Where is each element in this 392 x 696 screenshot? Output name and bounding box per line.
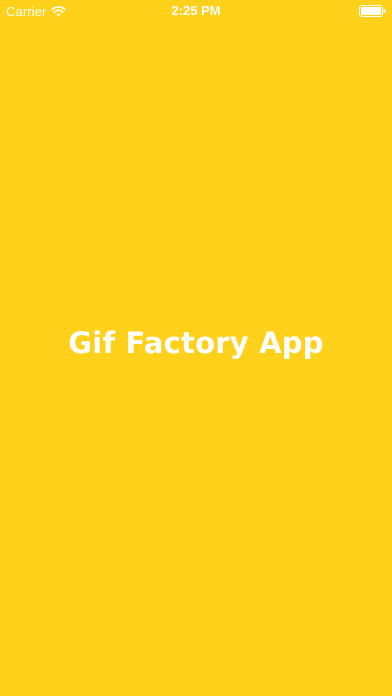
status-bar: Carrier 2:25 PM: [0, 0, 392, 22]
status-time: 2:25 PM: [171, 3, 221, 18]
app-title: Gif Factory App: [68, 326, 324, 360]
battery-icon: [359, 5, 386, 17]
splash-screen: Carrier 2:25 PM Gif Factory App: [0, 0, 392, 696]
